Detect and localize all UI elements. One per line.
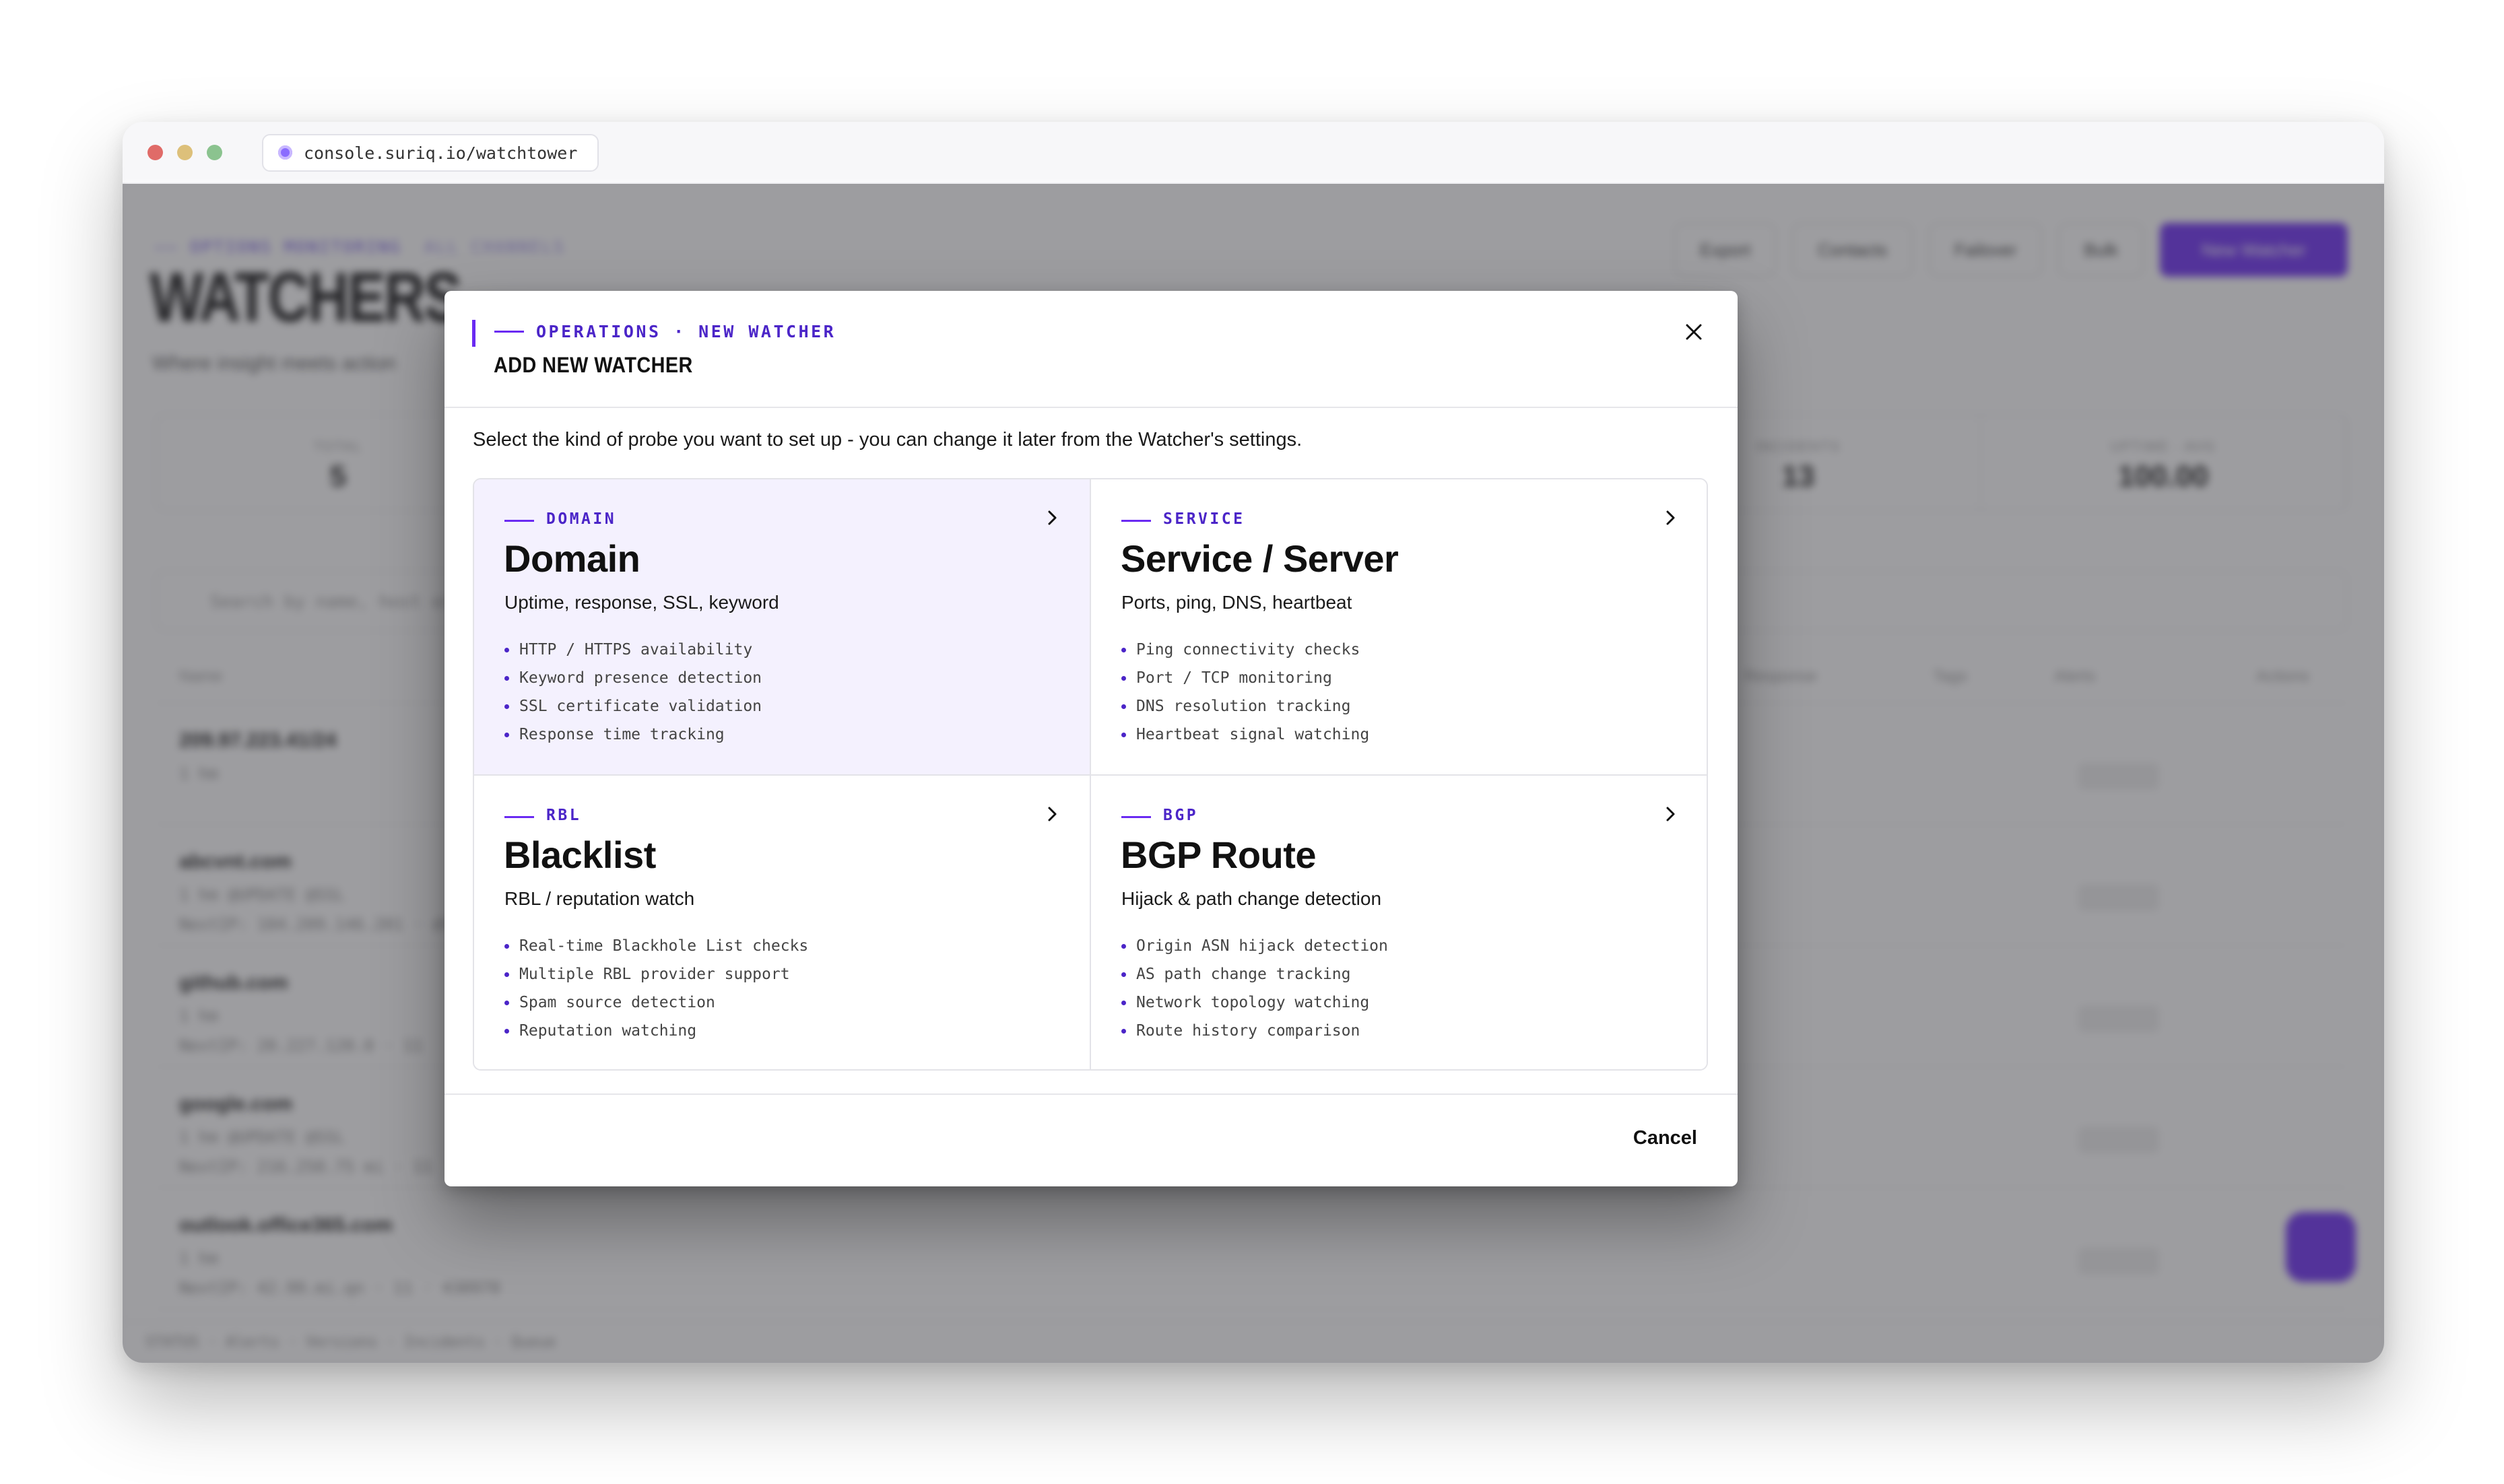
chevron-right-icon xyxy=(1666,510,1675,525)
card-accent-rule xyxy=(504,520,534,522)
card-feature: Response time tracking xyxy=(504,720,762,749)
card-feature: SSL certificate validation xyxy=(504,692,762,720)
card-accent-rule xyxy=(1121,520,1151,522)
card-feature-list: Ping connectivity checks Port / TCP moni… xyxy=(1121,636,1369,749)
card-feature-list: Origin ASN hijack detection AS path chan… xyxy=(1121,932,1388,1045)
card-subtitle: Hijack & path change detection xyxy=(1121,888,1382,909)
card-feature: HTTP / HTTPS availability xyxy=(504,636,762,664)
card-feature: AS path change tracking xyxy=(1121,960,1388,988)
modal-eyebrow: OPERATIONS · NEW WATCHER xyxy=(536,322,836,341)
window-zoom-dot[interactable] xyxy=(207,145,222,160)
card-feature: Multiple RBL provider support xyxy=(504,960,808,988)
card-accent-rule xyxy=(1121,816,1151,818)
modal-title: ADD NEW WATCHER xyxy=(494,353,693,377)
probe-type-grid: DOMAIN Domain Uptime, response, SSL, key… xyxy=(473,478,1708,1071)
chevron-right-icon xyxy=(1048,807,1057,821)
card-title: Blacklist xyxy=(504,834,656,876)
close-button[interactable] xyxy=(1673,311,1715,353)
card-feature: Heartbeat signal watching xyxy=(1121,720,1369,749)
card-tag: DOMAIN xyxy=(546,510,617,528)
card-feature: Route history comparison xyxy=(1121,1017,1388,1045)
address-url: console.suriq.io/watchtower xyxy=(304,143,578,163)
card-title: Service / Server xyxy=(1121,537,1399,580)
header-accent-rule xyxy=(494,331,524,333)
card-feature: Spam source detection xyxy=(504,988,808,1017)
card-tag: BGP xyxy=(1163,807,1199,824)
card-tag: RBL xyxy=(546,807,582,824)
card-feature-list: Real-time Blackhole List checks Multiple… xyxy=(504,932,808,1045)
add-watcher-modal: OPERATIONS · NEW WATCHER ADD NEW WATCHER… xyxy=(444,291,1738,1186)
browser-titlebar: console.suriq.io/watchtower xyxy=(123,122,2384,184)
card-feature: Network topology watching xyxy=(1121,988,1388,1017)
header-accent-bar xyxy=(472,320,475,347)
modal-header: OPERATIONS · NEW WATCHER ADD NEW WATCHER xyxy=(444,291,1738,408)
close-icon xyxy=(1686,324,1702,340)
card-feature: Origin ASN hijack detection xyxy=(1121,932,1388,960)
card-feature-list: HTTP / HTTPS availability Keyword presen… xyxy=(504,636,762,749)
card-tag: SERVICE xyxy=(1163,510,1245,528)
probe-card-domain[interactable]: DOMAIN Domain Uptime, response, SSL, key… xyxy=(474,479,1091,776)
card-feature: Port / TCP monitoring xyxy=(1121,664,1369,692)
window-close-dot[interactable] xyxy=(147,145,163,160)
address-bar[interactable]: console.suriq.io/watchtower xyxy=(262,134,599,172)
card-accent-rule xyxy=(504,816,534,818)
card-title: Domain xyxy=(504,537,640,580)
cancel-button[interactable]: Cancel xyxy=(1633,1127,1697,1149)
modal-footer: Cancel xyxy=(444,1093,1738,1186)
probe-card-service[interactable]: SERVICE Service / Server Ports, ping, DN… xyxy=(1091,479,1707,776)
card-subtitle: RBL / reputation watch xyxy=(504,888,695,909)
card-feature: Real-time Blackhole List checks xyxy=(504,932,808,960)
probe-card-bgp[interactable]: BGP BGP Route Hijack & path change detec… xyxy=(1091,776,1707,1069)
card-subtitle: Uptime, response, SSL, keyword xyxy=(504,592,779,613)
card-feature: Keyword presence detection xyxy=(504,664,762,692)
card-feature: Ping connectivity checks xyxy=(1121,636,1369,664)
chevron-right-icon xyxy=(1666,807,1675,821)
card-subtitle: Ports, ping, DNS, heartbeat xyxy=(1121,592,1352,613)
card-feature: Reputation watching xyxy=(504,1017,808,1045)
chevron-right-icon xyxy=(1048,510,1057,525)
probe-card-blacklist[interactable]: RBL Blacklist RBL / reputation watch Rea… xyxy=(474,776,1091,1069)
card-feature: DNS resolution tracking xyxy=(1121,692,1369,720)
site-favicon-icon xyxy=(278,145,292,160)
card-title: BGP Route xyxy=(1121,834,1317,876)
modal-intro-text: Select the kind of probe you want to set… xyxy=(473,429,1303,450)
window-minimize-dot[interactable] xyxy=(177,145,193,160)
